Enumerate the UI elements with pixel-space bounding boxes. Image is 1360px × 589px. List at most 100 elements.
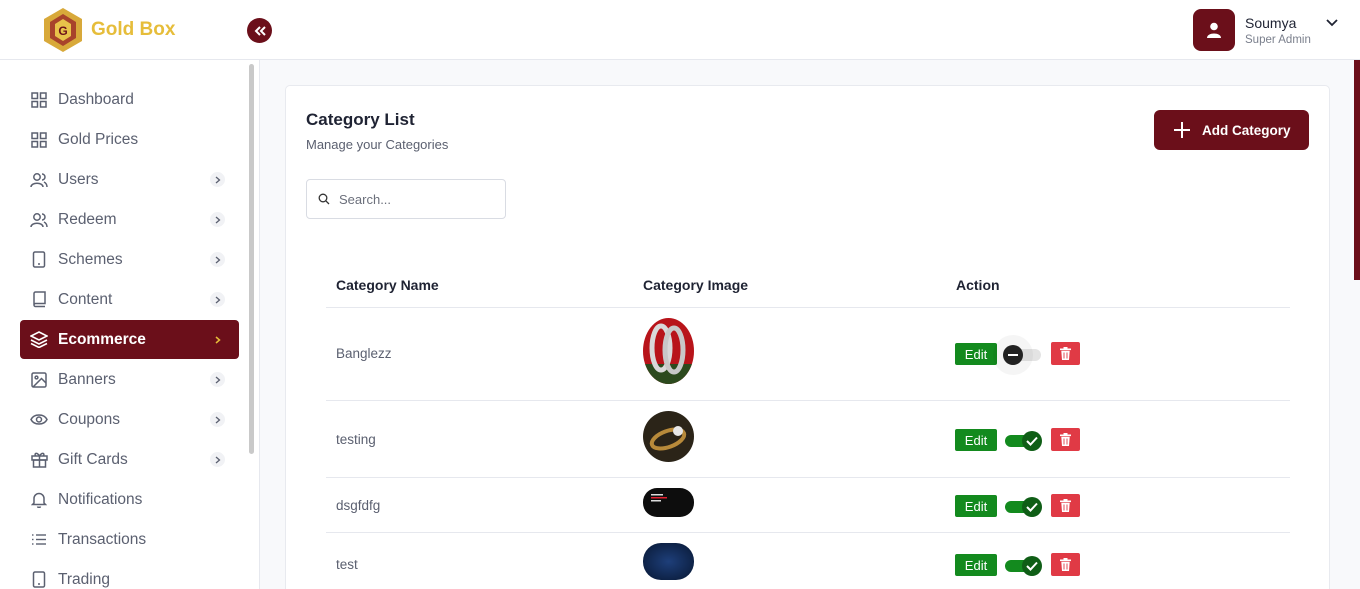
edit-button[interactable]: Edit: [955, 554, 997, 576]
add-category-label: Add Category: [1202, 122, 1291, 138]
sidebar-item-notifications[interactable]: Notifications: [20, 480, 239, 519]
chevron-right-icon: [210, 412, 225, 427]
tablet-icon: [30, 251, 48, 269]
delete-button[interactable]: [1051, 428, 1080, 451]
sidebar-scrollbar[interactable]: [249, 64, 254, 454]
layers-icon: [30, 331, 48, 349]
edit-button[interactable]: Edit: [955, 495, 997, 517]
eye-icon: [30, 411, 48, 429]
sidebar-item-users[interactable]: Users: [20, 160, 239, 199]
category-name: dsgfdfg: [336, 498, 381, 513]
chevron-down-icon[interactable]: [1326, 19, 1338, 27]
sidebar-item-coupons[interactable]: Coupons: [20, 400, 239, 439]
book-icon: [30, 291, 48, 309]
dark-banner-photo: [643, 488, 694, 517]
chevron-right-icon: [210, 252, 225, 267]
sidebar-item-label: Gold Prices: [58, 130, 139, 148]
avatar: [1193, 9, 1235, 51]
sidebar-item-label: Coupons: [58, 410, 121, 428]
sidebar-item-label: Transactions: [58, 530, 147, 548]
sidebar-item-label: Trading: [58, 570, 110, 588]
sidebar-item-label: Dashboard: [58, 90, 134, 108]
bangles-photo: [643, 318, 694, 384]
grid-icon: [30, 91, 48, 109]
delete-button[interactable]: [1051, 342, 1080, 365]
chevron-right-icon: [210, 292, 225, 307]
top-header: G Gold Box Soumya Super Admin: [0, 0, 1360, 60]
users-icon: [30, 211, 48, 229]
toggle-knob: [1022, 497, 1042, 517]
image-icon: [30, 371, 48, 389]
trash-icon: [1060, 433, 1071, 446]
ring-photo: [643, 411, 694, 462]
edit-button[interactable]: Edit: [955, 343, 997, 365]
sidebar-item-content[interactable]: Content: [20, 280, 239, 319]
page-scrollbar[interactable]: [1354, 60, 1360, 280]
category-list-card: Category List Manage your Categories Add…: [285, 85, 1330, 589]
search-icon: [318, 193, 330, 205]
chevron-right-icon: [210, 372, 225, 387]
brand-name: Gold Box: [91, 19, 176, 40]
chevron-right-icon: [210, 332, 225, 347]
user-name: Soumya: [1245, 14, 1297, 31]
status-toggle[interactable]: [1005, 556, 1042, 576]
sidebar-item-gold-prices[interactable]: Gold Prices: [20, 120, 239, 159]
sidebar-item-label: Redeem: [58, 210, 117, 228]
delete-button[interactable]: [1051, 494, 1080, 517]
tablet-icon: [30, 571, 48, 589]
sidebar-item-label: Ecommerce: [58, 330, 146, 348]
column-header-category-image: Category Image: [643, 277, 749, 293]
blue-photo: [643, 543, 694, 580]
double-chevron-left-icon: [254, 25, 266, 36]
sidebar: Dashboard Gold Prices Users Redeem Schem…: [0, 60, 260, 589]
sidebar-item-dashboard[interactable]: Dashboard: [20, 80, 239, 119]
minus-icon: [1008, 354, 1018, 356]
category-name: testing: [336, 432, 376, 447]
user-icon: [1207, 22, 1221, 38]
sidebar-item-schemes[interactable]: Schemes: [20, 240, 239, 279]
sidebar-item-banners[interactable]: Banners: [20, 360, 239, 399]
svg-text:G: G: [58, 24, 67, 38]
category-image: [643, 411, 694, 462]
gift-icon: [30, 451, 48, 469]
check-icon: [1026, 436, 1038, 446]
category-name: Banglezz: [336, 346, 392, 361]
delete-button[interactable]: [1051, 553, 1080, 576]
add-category-button[interactable]: Add Category: [1154, 110, 1309, 150]
sidebar-item-gift-cards[interactable]: Gift Cards: [20, 440, 239, 479]
user-menu[interactable]: Soumya Super Admin: [1193, 9, 1338, 51]
table-divider: [326, 307, 1290, 308]
chevron-right-icon: [210, 212, 225, 227]
column-header-category-name: Category Name: [336, 277, 439, 293]
status-toggle[interactable]: [1005, 497, 1042, 517]
user-role: Super Admin: [1245, 33, 1311, 46]
sidebar-item-transactions[interactable]: Transactions: [20, 520, 239, 559]
check-icon: [1026, 502, 1038, 512]
category-image: [643, 543, 694, 580]
sidebar-item-label: Users: [58, 170, 99, 188]
status-toggle[interactable]: [1003, 345, 1041, 365]
status-toggle[interactable]: [1005, 431, 1042, 451]
trash-icon: [1060, 558, 1071, 571]
sidebar-item-redeem[interactable]: Redeem: [20, 200, 239, 239]
sidebar-item-ecommerce[interactable]: Ecommerce: [20, 320, 239, 359]
toggle-knob: [1003, 345, 1023, 365]
check-icon: [1026, 561, 1038, 571]
page-title: Category List: [306, 110, 415, 129]
table-divider: [326, 477, 1290, 478]
category-image: [643, 318, 694, 384]
search-input[interactable]: [339, 191, 489, 207]
table-divider: [326, 532, 1290, 533]
chevron-right-icon: [210, 172, 225, 187]
sidebar-item-trading[interactable]: Trading: [20, 560, 239, 589]
users-icon: [30, 171, 48, 189]
trash-icon: [1060, 347, 1071, 360]
sidebar-item-label: Gift Cards: [58, 450, 128, 468]
search-box[interactable]: [306, 179, 506, 219]
list-icon: [30, 531, 48, 549]
edit-button[interactable]: Edit: [955, 429, 997, 451]
brand-logo[interactable]: G Gold Box: [42, 7, 175, 53]
chevron-right-icon: [210, 452, 225, 467]
trash-icon: [1060, 499, 1071, 512]
sidebar-collapse-button[interactable]: [247, 18, 272, 43]
